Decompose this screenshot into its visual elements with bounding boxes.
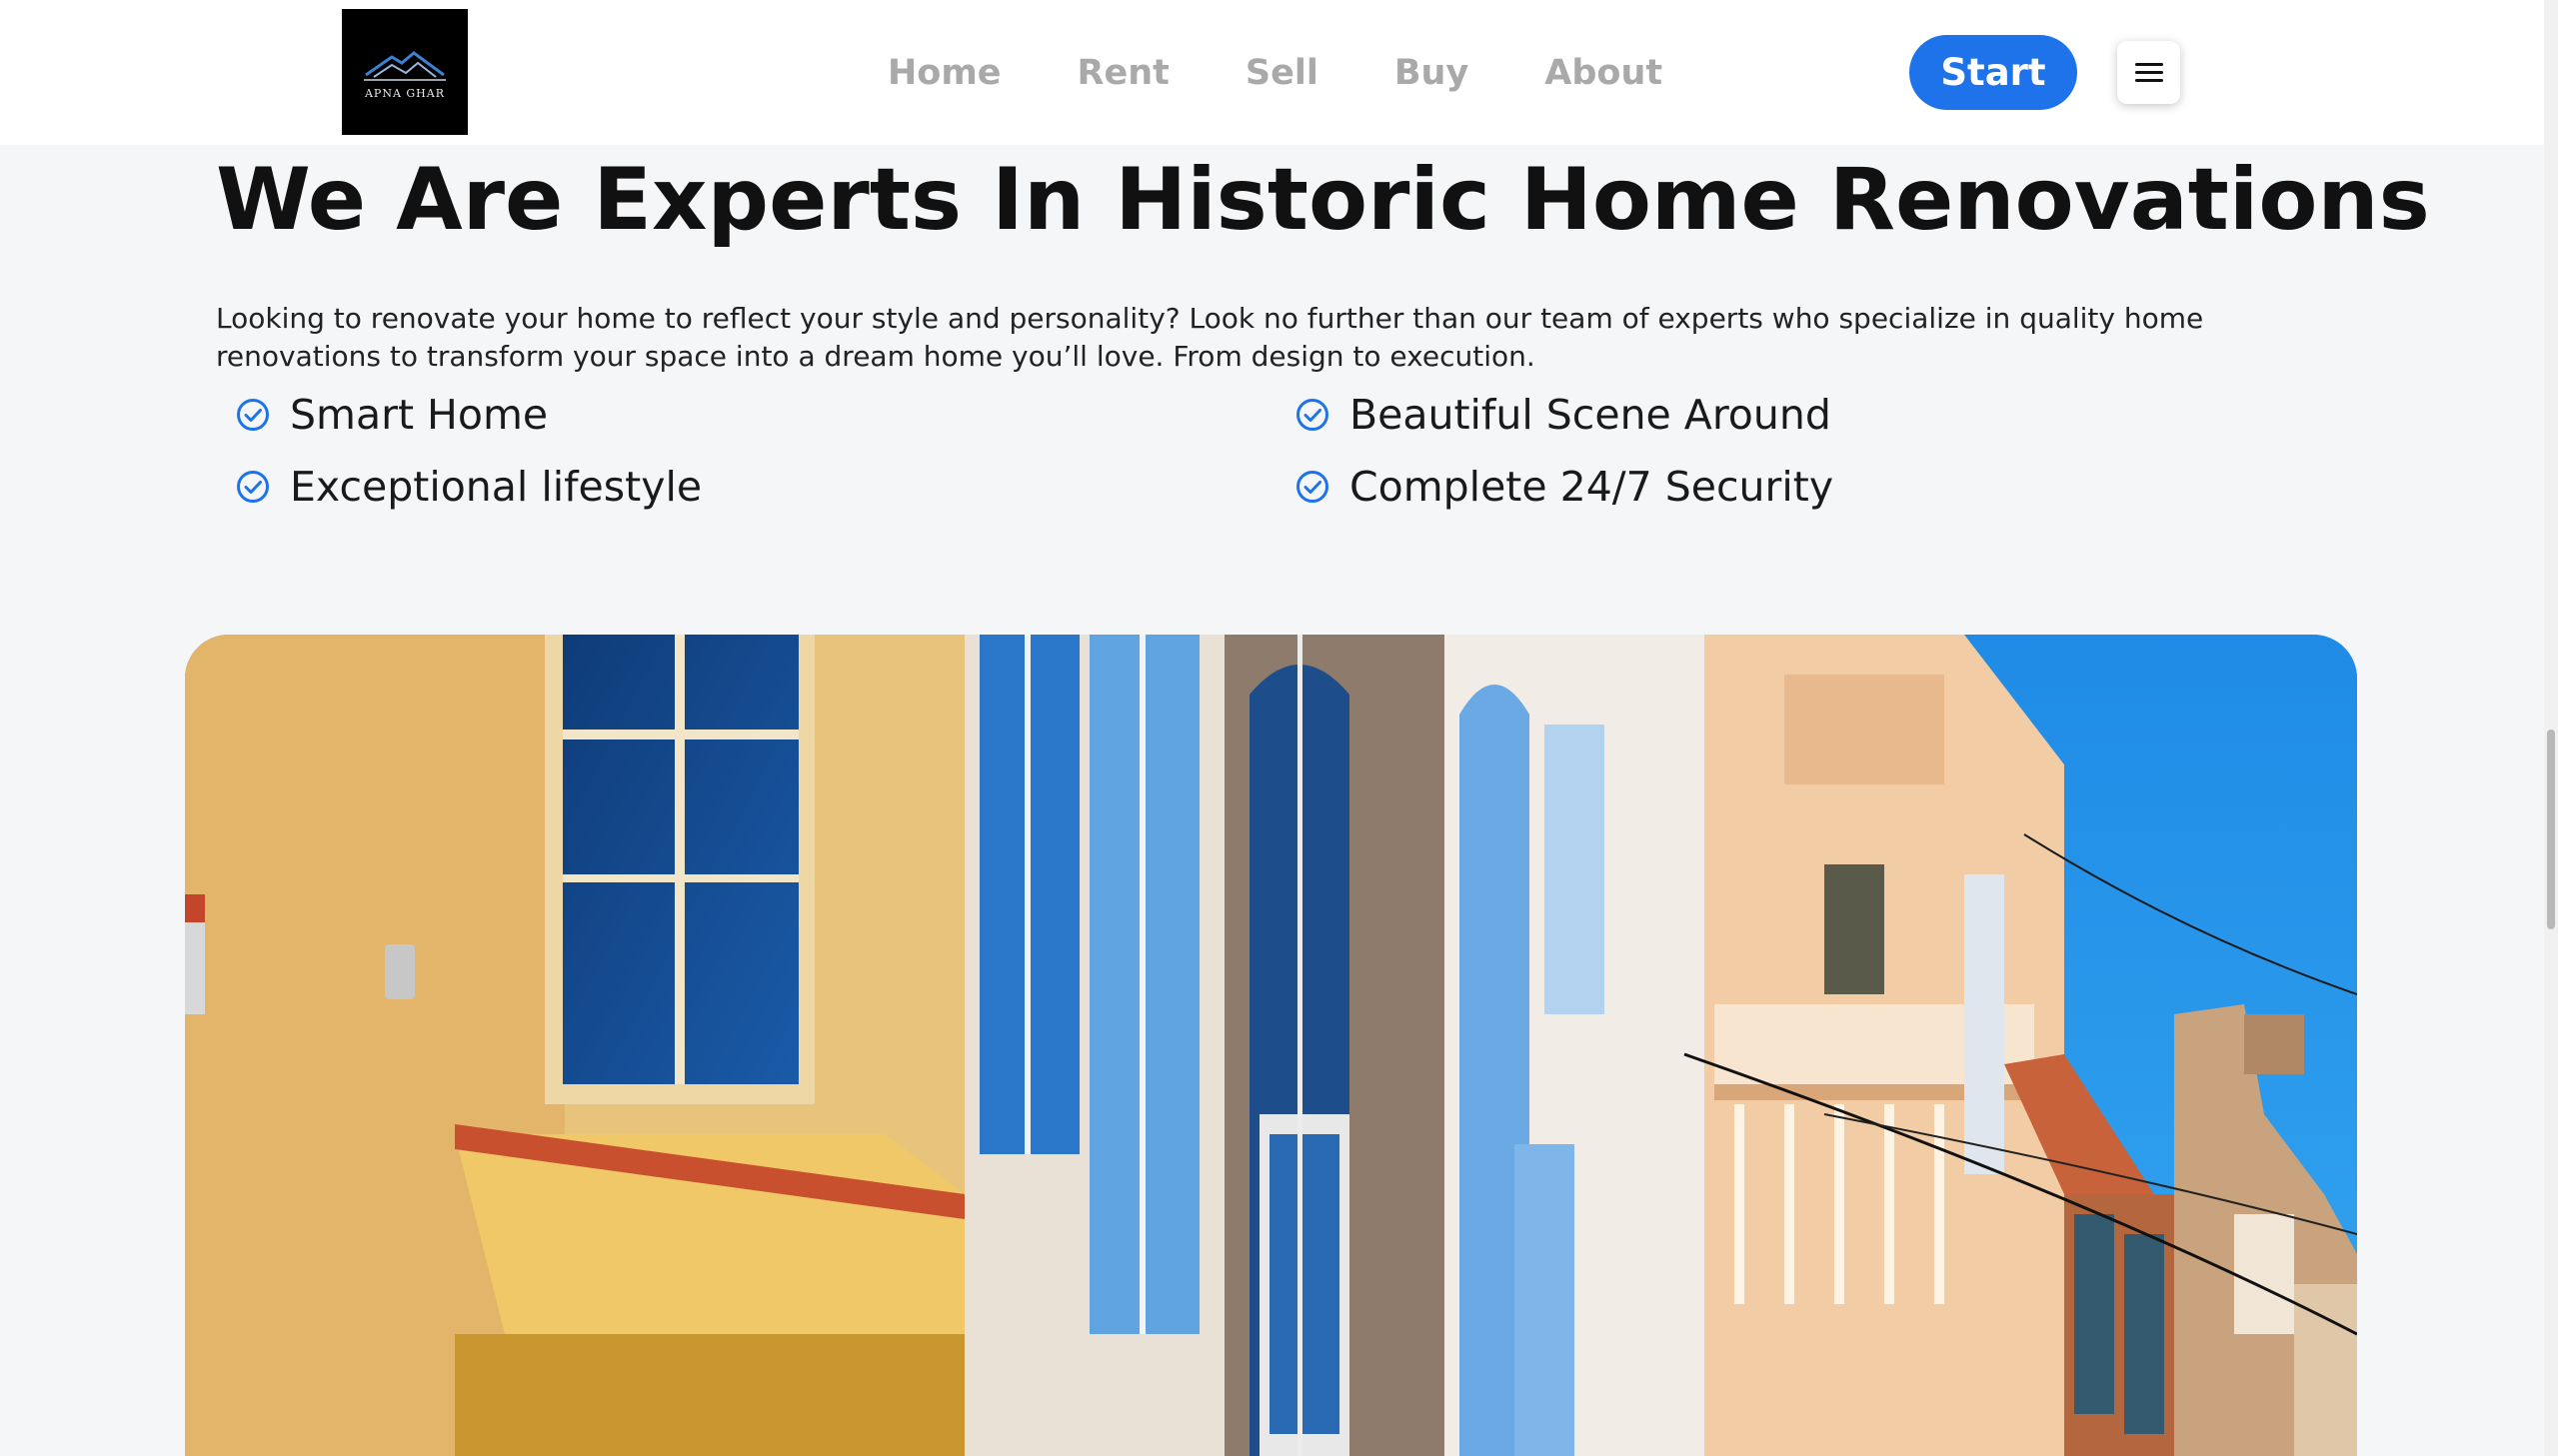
feature-item: Smart Home — [236, 391, 1295, 439]
nav-sell[interactable]: Sell — [1246, 53, 1318, 93]
check-circle-icon — [1296, 399, 1328, 431]
feature-label: Exceptional lifestyle — [290, 463, 703, 511]
menu-button[interactable] — [2117, 41, 2180, 104]
house-logo-icon — [364, 50, 446, 81]
nav-home[interactable]: Home — [888, 53, 1002, 93]
check-circle-icon — [237, 471, 269, 503]
feature-label: Smart Home — [290, 391, 549, 439]
check-circle-icon — [1296, 471, 1328, 503]
hero-image — [185, 635, 2357, 1456]
logo-text: APNA GHAR — [364, 86, 446, 100]
feature-item: Beautiful Scene Around — [1295, 391, 2295, 439]
page-scrollbar[interactable] — [2544, 0, 2558, 1456]
intro-paragraph: Looking to renovate your home to reflect… — [216, 302, 2204, 373]
scrollbar-thumb[interactable] — [2547, 729, 2555, 929]
check-circle-icon — [237, 399, 269, 431]
feature-item: Exceptional lifestyle — [236, 463, 1295, 511]
start-button[interactable]: Start — [1909, 35, 2077, 110]
feature-item: Complete 24/7 Security — [1295, 463, 2295, 511]
feature-label: Beautiful Scene Around — [1349, 391, 1831, 439]
site-header: APNA GHAR Home Rent Sell Buy About Start — [0, 0, 2544, 145]
feature-label: Complete 24/7 Security — [1349, 463, 1834, 511]
page-title: We Are Experts In Historic Home Renovati… — [216, 150, 2430, 250]
main-nav: Home Rent Sell Buy About — [888, 0, 1662, 145]
feature-list: Smart Home Beautiful Scene Around Except… — [236, 391, 2295, 511]
hamburger-icon — [2134, 62, 2163, 83]
nav-buy[interactable]: Buy — [1394, 53, 1468, 93]
nav-rent[interactable]: Rent — [1078, 53, 1170, 93]
nav-about[interactable]: About — [1544, 53, 1662, 93]
logo[interactable]: APNA GHAR — [342, 9, 468, 135]
houses-illustration — [185, 635, 2357, 1456]
